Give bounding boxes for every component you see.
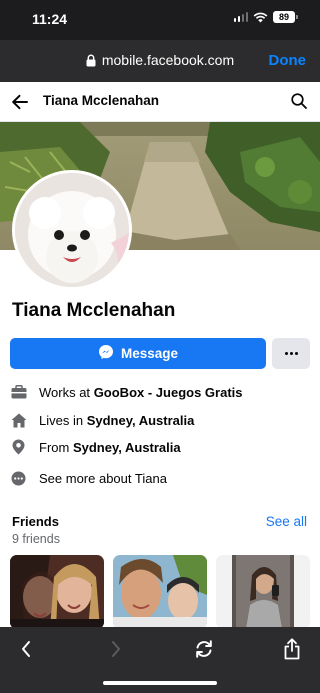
browser-bottom-toolbar xyxy=(0,627,320,693)
home-indicator xyxy=(103,681,217,685)
header-title: Tiana Mcclenahan xyxy=(43,93,160,108)
friend-photo[interactable] xyxy=(113,555,207,627)
more-options-button[interactable] xyxy=(272,338,310,369)
intro-lives: Lives in Sydney, Australia xyxy=(10,410,310,430)
see-more-about-link[interactable]: See more about Tiana xyxy=(10,468,310,488)
work-value[interactable]: GooBox - Juegos Gratis xyxy=(94,385,243,400)
share-icon[interactable] xyxy=(278,635,306,663)
battery-icon: 89 xyxy=(273,11,298,23)
message-button[interactable]: Message xyxy=(10,338,266,369)
battery-level: 89 xyxy=(273,11,295,23)
cellular-signal-icon xyxy=(233,12,248,22)
lives-prefix: Lives in xyxy=(39,412,84,428)
from-prefix: From xyxy=(39,439,70,455)
status-time: 11:24 xyxy=(32,11,68,27)
message-button-label: Message xyxy=(120,346,179,361)
profile-avatar[interactable] xyxy=(12,170,132,290)
chevron-left-icon[interactable] xyxy=(12,635,40,663)
refresh-icon[interactable] xyxy=(190,635,218,663)
friend-photo[interactable] xyxy=(10,555,104,627)
search-icon[interactable] xyxy=(290,92,308,115)
friend-photo[interactable] xyxy=(216,555,310,627)
chevron-right-icon[interactable] xyxy=(102,635,130,663)
messenger-icon xyxy=(98,344,114,363)
location-pin-icon xyxy=(10,439,27,456)
lock-icon xyxy=(86,54,96,67)
friends-count: 9 friends xyxy=(12,532,60,546)
web-content: Tiana Mcclenahan Tiana Mcclenahan Messag… xyxy=(0,82,320,627)
see-all-friends-link[interactable]: See all xyxy=(266,514,307,529)
intro-work: Works at GooBox - Juegos Gratis xyxy=(10,382,310,402)
briefcase-icon xyxy=(10,384,27,401)
lives-value[interactable]: Sydney, Australia xyxy=(87,413,195,428)
profile-header-bar: Tiana Mcclenahan xyxy=(0,82,320,122)
more-dots-icon xyxy=(10,470,27,487)
wifi-icon xyxy=(253,12,268,23)
from-value[interactable]: Sydney, Australia xyxy=(73,440,181,455)
url-text: mobile.facebook.com xyxy=(101,52,235,68)
status-bar: 11:24 89 xyxy=(0,0,320,40)
intro-from: From Sydney, Australia xyxy=(10,437,310,457)
back-arrow-icon[interactable] xyxy=(10,92,30,117)
see-more-label: See more about Tiana xyxy=(39,470,167,486)
profile-name: Tiana Mcclenahan xyxy=(12,300,176,321)
work-prefix: Works at xyxy=(39,384,91,400)
browser-top-bar: mobile.facebook.com Done xyxy=(0,40,320,82)
status-indicators: 89 xyxy=(233,11,298,23)
home-icon xyxy=(10,412,27,429)
done-button[interactable]: Done xyxy=(269,52,307,69)
friends-section-title: Friends xyxy=(12,514,59,529)
